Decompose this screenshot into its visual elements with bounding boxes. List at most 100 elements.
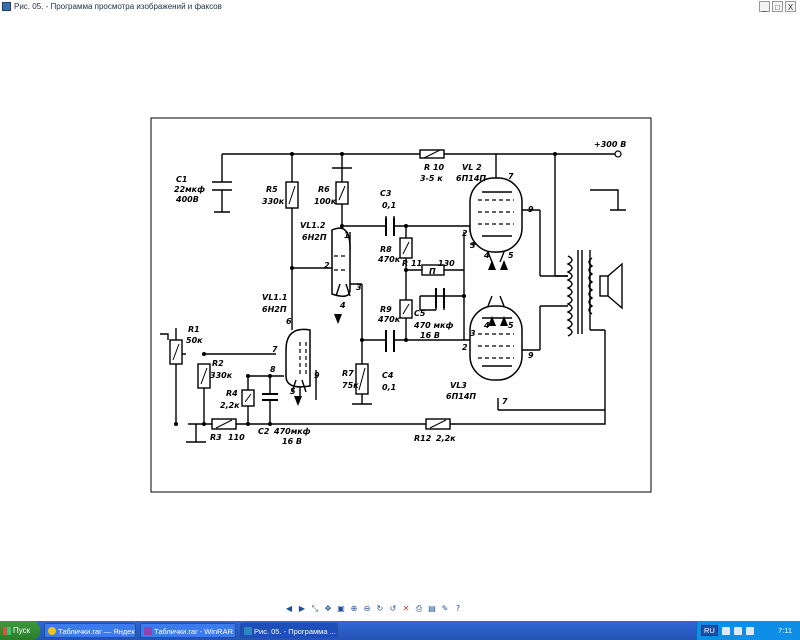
vl3-pin-5: 5 xyxy=(508,321,514,330)
vl2-envelope xyxy=(469,177,523,253)
r1-name: R1 xyxy=(188,325,200,334)
vl3-name: VL3 xyxy=(450,381,467,390)
rotate-ccw-icon[interactable]: ↺ xyxy=(388,604,398,614)
prev-icon[interactable]: ◀ xyxy=(284,604,294,614)
r6-value: 100к xyxy=(314,197,337,206)
rotate-cw-icon[interactable]: ↻ xyxy=(375,604,385,614)
next-icon[interactable]: ▶ xyxy=(297,604,307,614)
image-viewer-icon xyxy=(244,627,252,635)
language-indicator[interactable]: RU xyxy=(701,625,718,636)
window-title: Рис. 05. - Программа просмотра изображен… xyxy=(14,2,222,11)
app-icon xyxy=(2,2,11,11)
vl3-pin-7: 7 xyxy=(502,397,508,406)
r12-name: R12 xyxy=(414,434,432,443)
system-tray: RU 7:11 xyxy=(696,621,800,640)
r10-name: R 10 xyxy=(424,163,445,172)
zoom-in-icon[interactable]: ⊕ xyxy=(349,604,359,614)
c5-voltage: 16 В xyxy=(420,331,440,340)
viewer-toolbar: ◀ ▶ ⤡ ✥ ▣ ⊕ ⊖ ↻ ↺ ✕ ⎙ ▤ ✎ ? xyxy=(284,602,463,616)
r11-value: 130 xyxy=(438,259,455,268)
vl3-envelope xyxy=(469,305,523,381)
best-fit-icon[interactable]: ⤡ xyxy=(310,604,320,614)
window-controls: _ □ X xyxy=(759,1,796,12)
volume-icon[interactable] xyxy=(733,626,742,635)
c4-name: C4 xyxy=(382,371,394,380)
r2-value: 330к xyxy=(210,371,233,380)
task-label: Таблички.rar — Яндекс.... xyxy=(58,627,135,636)
vl12-type: 6Н2П xyxy=(302,233,327,242)
task-item-winrar[interactable]: Таблички.rar - WinRAR ... xyxy=(140,623,236,638)
vl2-pin-5: 5 xyxy=(508,251,514,260)
r8-name: R8 xyxy=(380,245,392,254)
vl3-pin-2: 2 xyxy=(462,343,468,352)
start-label: Пуск xyxy=(13,626,31,635)
c2-value: 470мкф xyxy=(273,427,311,436)
vl12-name: VL1.2 xyxy=(300,221,326,230)
r10-value: 3-5 к xyxy=(420,174,443,183)
actual-size-icon[interactable]: ✥ xyxy=(323,604,333,614)
c3-value: 0,1 xyxy=(382,201,396,210)
r4-name: R4 xyxy=(226,389,238,398)
vl3-type: 6П14П xyxy=(446,392,476,401)
vl3-pin-3: 3 xyxy=(470,329,476,338)
r6-name: R6 xyxy=(318,185,330,194)
network-icon[interactable] xyxy=(721,626,730,635)
vl3-pin-4: 4 xyxy=(483,321,490,330)
zoom-out-icon[interactable]: ⊖ xyxy=(362,604,372,614)
vl11-pin-8: 8 xyxy=(270,365,276,374)
vl11-pin-9: 9 xyxy=(314,371,320,380)
r2-name: R2 xyxy=(212,359,224,368)
r9-value: 470к xyxy=(377,315,401,324)
task-item-browser[interactable]: Таблички.rar — Яндекс.... xyxy=(44,623,136,638)
c3-name: C3 xyxy=(380,189,392,198)
maximize-button[interactable]: □ xyxy=(772,1,783,12)
supply-terminal xyxy=(614,150,622,158)
vl11-pin-7: 7 xyxy=(272,345,278,354)
taskbar: Пуск Таблички.rar — Яндекс.... Таблички.… xyxy=(0,621,800,640)
clock[interactable]: 7:11 xyxy=(778,626,792,635)
vl12-pin-3: 3 xyxy=(356,283,362,292)
vl2-name: VL 2 xyxy=(462,163,482,172)
task-label: Рис. 05. - Программа ... xyxy=(254,627,336,636)
vl11-pin-6: 6 xyxy=(286,317,292,326)
delete-icon[interactable]: ✕ xyxy=(401,604,411,614)
vl2-type: 6П14П xyxy=(456,174,486,183)
c2-name: C2 xyxy=(258,427,270,436)
r11-name: R 11 xyxy=(402,259,422,268)
c5-name: C5 xyxy=(414,309,426,318)
r12-value: 2,2к xyxy=(436,434,456,443)
image-canvas: +300 В C1 22мкф 400В R5 330к R6 100к C3 … xyxy=(0,14,800,602)
help-icon[interactable]: ? xyxy=(453,604,463,614)
task-list: Таблички.rar — Яндекс.... Таблички.rar -… xyxy=(44,623,338,638)
r5-value: 330к xyxy=(262,197,285,206)
c1-voltage: 400В xyxy=(175,195,199,204)
vl11-pin-5: 5 xyxy=(290,387,296,396)
r3-value: 110 xyxy=(228,433,245,442)
edit-icon[interactable]: ✎ xyxy=(440,604,450,614)
security-icon[interactable] xyxy=(745,626,754,635)
r5-name: R5 xyxy=(266,185,278,194)
vl2-pin-3: 3 xyxy=(470,241,476,250)
winrar-icon xyxy=(144,627,152,635)
vl2-pin-9: 9 xyxy=(528,205,534,214)
r8-value: 470к xyxy=(377,255,401,264)
close-button[interactable]: X xyxy=(785,1,796,12)
slideshow-icon[interactable]: ▣ xyxy=(336,604,346,614)
print-icon[interactable]: ⎙ xyxy=(414,604,424,614)
save-icon[interactable]: ▤ xyxy=(427,604,437,614)
c4-value: 0,1 xyxy=(382,383,396,392)
task-item-image-viewer[interactable]: Рис. 05. - Программа ... xyxy=(240,623,338,638)
c2-voltage: 16 В xyxy=(282,437,302,446)
vl2-pin-7: 7 xyxy=(508,172,514,181)
c5-value: 470 мкф xyxy=(413,321,453,330)
r4-value: 2,2к xyxy=(220,401,240,410)
c1-value: 22мкф xyxy=(174,185,205,194)
r11-body-label: П xyxy=(429,267,436,276)
vl3-pin-9: 9 xyxy=(528,351,534,360)
start-button[interactable]: Пуск xyxy=(0,621,40,640)
vl11-type: 6Н2П xyxy=(262,305,287,314)
r3-name: R3 xyxy=(210,433,222,442)
browser-icon xyxy=(48,627,56,635)
vl2-pin-4: 4 xyxy=(483,251,490,260)
minimize-button[interactable]: _ xyxy=(759,1,770,12)
